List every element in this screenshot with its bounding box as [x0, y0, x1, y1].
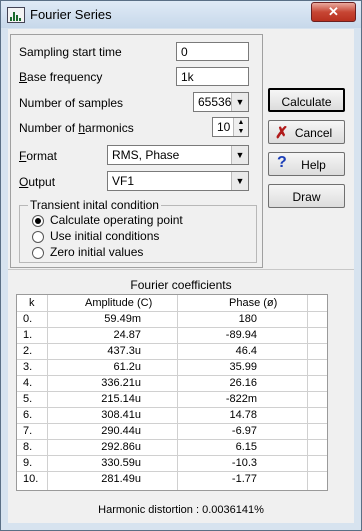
cell-k: 4. [23, 377, 33, 389]
transient-condition-group: Transient inital condition Calculate ope… [19, 198, 257, 263]
close-button[interactable]: ✕ [311, 2, 356, 22]
harmonic-distortion: Harmonic distortion : 0.0036141% [8, 504, 354, 516]
fourier-series-dialog: Fourier Series ✕ Sampling start time 0 B… [0, 0, 362, 531]
cell-phase: 180 [238, 313, 257, 325]
cell-k: 10. [23, 473, 39, 485]
cell-amplitude: 292.86u [101, 441, 141, 453]
cell-k: 0. [23, 313, 33, 325]
title-bar: Fourier Series ✕ [1, 1, 361, 28]
cell-k: 8. [23, 441, 33, 453]
header-k: k [29, 297, 35, 309]
cell-phase: 14.78 [229, 409, 257, 421]
cell-k: 1. [23, 329, 33, 341]
cell-amplitude: 290.44u [101, 425, 141, 437]
format-label: Format [19, 149, 58, 163]
cell-k: 7. [23, 425, 33, 437]
row-divider [17, 439, 327, 440]
cell-amplitude: 59.49m [104, 313, 141, 325]
cancel-button[interactable]: ✗ Cancel [268, 120, 345, 144]
output-select[interactable]: VF1 ▼ [107, 171, 249, 191]
cell-phase: -822m [225, 393, 257, 405]
harmonic-distortion-value: 0.0036141% [202, 504, 264, 516]
row-divider [17, 327, 327, 328]
number-of-harmonics-stepper[interactable]: 10 ▲ ▼ [212, 117, 249, 137]
chevron-down-icon[interactable]: ▼ [231, 146, 248, 164]
radio-label-calculate: Calculate operating point [50, 213, 183, 227]
number-of-harmonics-label: Number of harmonics [19, 121, 134, 135]
cell-amplitude: 24.87 [113, 329, 141, 341]
row-divider [17, 391, 327, 392]
cell-phase: -10.3 [231, 457, 257, 469]
spin-arrows-icon[interactable]: ▲ ▼ [233, 118, 248, 136]
row-divider [17, 343, 327, 344]
header-amplitude: Amplitude (C) [85, 297, 153, 309]
fourier-app-icon [7, 7, 25, 23]
draw-button[interactable]: Draw [268, 184, 345, 208]
column-divider [177, 295, 178, 490]
radio-use-initial-conditions[interactable] [32, 231, 44, 243]
chevron-down-icon[interactable]: ▼ [231, 172, 248, 190]
table-header: k Amplitude (C) Phase (ø) [17, 295, 327, 311]
chevron-down-icon[interactable]: ▼ [231, 93, 248, 111]
radio-label-zero: Zero initial values [50, 245, 144, 259]
row-divider [17, 423, 327, 424]
help-button[interactable]: ? Help [268, 152, 345, 176]
column-divider [307, 295, 308, 490]
row-divider [17, 359, 327, 360]
dialog-body: Sampling start time 0 Base frequency 1k … [8, 29, 354, 523]
window-title: Fourier Series [30, 7, 112, 22]
cell-amplitude: 336.21u [101, 377, 141, 389]
coefficients-table[interactable]: k Amplitude (C) Phase (ø) 0. 59.49m 180 1. 2… [16, 294, 328, 491]
cell-phase: 46.4 [235, 345, 257, 357]
format-select[interactable]: RMS, Phase ▼ [107, 145, 249, 165]
fourier-coefficients-title: Fourier coefficients [130, 278, 232, 292]
cell-phase: 35.99 [229, 361, 257, 373]
number-of-samples-label: Number of samples [19, 96, 124, 110]
cell-amplitude: 437.3u [107, 345, 141, 357]
column-divider [47, 295, 48, 490]
row-divider [17, 471, 327, 472]
row-divider [17, 455, 327, 456]
row-divider [17, 407, 327, 408]
header-phase: Phase (ø) [229, 297, 278, 309]
cell-amplitude: 308.41u [101, 409, 141, 421]
row-divider [17, 375, 327, 376]
row-divider [17, 311, 327, 312]
output-label: Output [19, 175, 56, 189]
cell-k: 6. [23, 409, 33, 421]
radio-zero-initial-values[interactable] [32, 247, 44, 259]
cell-phase: 6.15 [235, 441, 257, 453]
cell-amplitude: 330.59u [101, 457, 141, 469]
number-of-samples-select[interactable]: 65536 ▼ [193, 92, 249, 112]
cell-phase: -1.77 [231, 473, 257, 485]
cell-phase: 26.16 [229, 377, 257, 389]
divider [8, 269, 354, 270]
cell-amplitude: 61.2u [113, 361, 141, 373]
cell-k: 2. [23, 345, 33, 357]
radio-label-initial: Use initial conditions [50, 229, 160, 243]
cell-phase: -89.94 [225, 329, 257, 341]
transient-condition-legend: Transient inital condition [28, 198, 161, 212]
cell-amplitude: 215.14u [101, 393, 141, 405]
radio-calculate-operating-point[interactable] [32, 215, 44, 227]
cell-phase: -6.97 [231, 425, 257, 437]
cell-k: 3. [23, 361, 33, 373]
cell-amplitude: 281.49u [101, 473, 141, 485]
base-frequency-label: Base frequency [19, 70, 103, 84]
cell-k: 5. [23, 393, 33, 405]
base-frequency-input[interactable]: 1k [176, 67, 249, 86]
cell-k: 9. [23, 457, 33, 469]
sampling-start-time-input[interactable]: 0 [176, 42, 249, 61]
settings-group: Sampling start time 0 Base frequency 1k … [10, 34, 263, 268]
sampling-start-time-label: Sampling start time [19, 45, 122, 59]
calculate-button[interactable]: Calculate [268, 88, 345, 112]
harmonic-distortion-label: Harmonic distortion : [98, 504, 200, 516]
